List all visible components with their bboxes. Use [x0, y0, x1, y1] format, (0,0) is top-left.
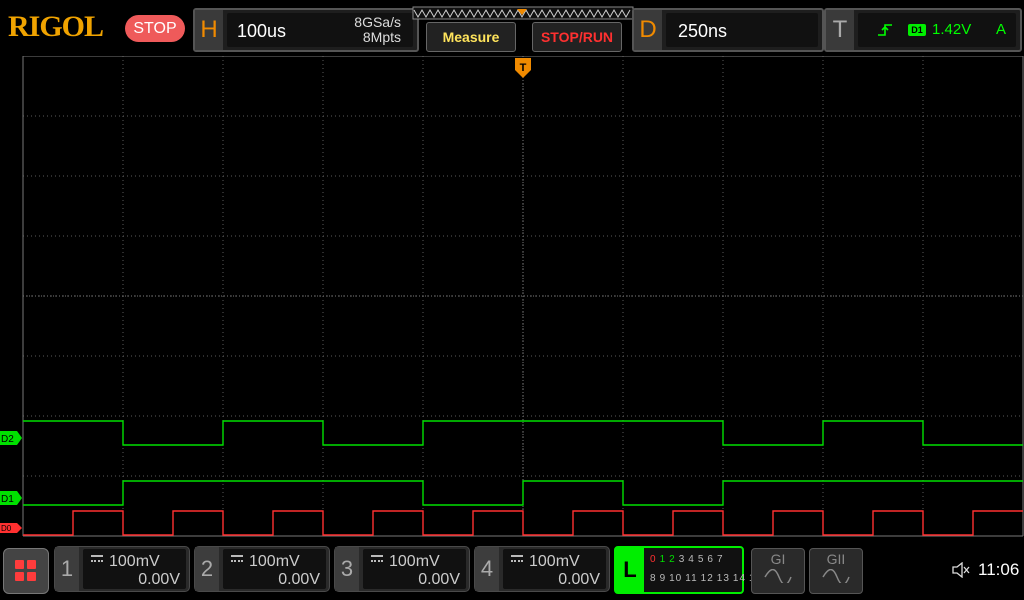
channel-offset: 0.00V [418, 571, 460, 588]
clock: 11:06 [978, 560, 1020, 579]
logic-channel-11: 11 [685, 573, 698, 584]
trigger-mode: A [995, 21, 1006, 38]
run-state-badge[interactable]: STOP [125, 15, 185, 42]
trigger-panel[interactable]: T D1 1.42V A [824, 8, 1022, 52]
horizontal-panel[interactable]: H 100us 8GSa/s 8Mpts [193, 8, 419, 52]
memory-depth: 8Mpts [362, 29, 401, 45]
channel-scale: 100mV [529, 553, 580, 570]
channel-scale: 100mV [249, 553, 300, 570]
app-grid-icon [15, 560, 37, 582]
logic-channel-9: 9 [659, 573, 667, 584]
timebase-value: 100us [237, 21, 287, 41]
logic-channel-13: 13 [716, 573, 730, 584]
logic-channel-2: 2 [669, 554, 676, 565]
dc-coupling-icon [231, 555, 243, 563]
delay-value: 250ns [678, 21, 728, 41]
channel-tag-label: D2 [1, 434, 14, 445]
logic-channel-3: 3 [678, 554, 686, 565]
logic-channel-14: 14 [732, 573, 747, 584]
memory-position-bar [412, 6, 634, 20]
dc-coupling-icon [91, 555, 103, 563]
channel-offset: 0.00V [138, 571, 180, 588]
rising-edge-icon [878, 24, 892, 36]
channel-2-box[interactable]: 2 100mV 0.00V [194, 546, 330, 592]
logic-channel-6: 6 [707, 554, 714, 565]
stop-run-button[interactable]: STOP/RUN [532, 22, 622, 52]
logic-key: L [616, 548, 644, 592]
trace-d0 [23, 510, 1023, 536]
trigger-marker-label: T [520, 62, 527, 74]
logic-channel-0: 0 [650, 554, 657, 565]
dc-coupling-icon [371, 555, 383, 563]
logic-channel-1: 1 [659, 554, 667, 565]
logic-channel-5: 5 [697, 554, 705, 565]
logic-channel-10: 10 [669, 573, 683, 584]
delay-key[interactable]: D [634, 10, 662, 50]
bottom-bar: 1 100mV 0.00V 2 100mV 0.00V 3 100mV 0.00… [0, 540, 1024, 600]
trigger-info: D1 1.42V A [858, 13, 1016, 47]
sine-wave-icon [764, 569, 792, 583]
delay-panel[interactable]: D 250ns [632, 8, 824, 52]
channel-number: 4 [475, 547, 499, 591]
top-bar: RIGOL STOP H 100us 8GSa/s 8Mpts Measure … [0, 0, 1024, 56]
horizontal-info: 100us 8GSa/s 8Mpts [227, 13, 413, 47]
logic-channel-7: 7 [716, 554, 724, 565]
channel-number: 1 [55, 547, 79, 591]
channel-tag-label: D1 [1, 494, 14, 505]
generator-1-button[interactable]: GI [751, 548, 805, 594]
sample-rate: 8GSa/s [354, 14, 401, 30]
logic-channel-12: 12 [700, 573, 714, 584]
logic-channels-row-2: 89101112131415 [650, 573, 765, 584]
logic-channels-row-1: 01234567 [650, 554, 727, 565]
trigger-key[interactable]: T [826, 10, 854, 50]
channel-tag-label: D0 [1, 524, 12, 533]
trigger-level: 1.42V [932, 21, 972, 38]
speaker-muted-icon[interactable] [952, 562, 970, 578]
channel-offset: 0.00V [558, 571, 600, 588]
sample-info: 8GSa/s 8Mpts [354, 15, 401, 45]
logic-channel-8: 8 [650, 573, 657, 584]
waveform-display[interactable]: D2 D1 D0 T [0, 56, 1024, 540]
home-menu-button[interactable] [3, 548, 49, 594]
sine-wave-icon [822, 569, 850, 583]
graticule: D2 D1 D0 T [0, 56, 1024, 540]
generator-2-button[interactable]: GII [809, 548, 863, 594]
logic-channel-4: 4 [688, 554, 695, 565]
delay-info: 250ns [666, 13, 818, 47]
channel-number: 3 [335, 547, 359, 591]
trigger-source: D1 [908, 24, 926, 36]
measure-button[interactable]: Measure [426, 22, 516, 52]
channel-scale: 100mV [109, 553, 160, 570]
channel-3-box[interactable]: 3 100mV 0.00V [334, 546, 470, 592]
rigol-logo: RIGOL [8, 10, 104, 43]
channel-offset: 0.00V [278, 571, 320, 588]
generator-2-label: GII [826, 551, 846, 567]
channel-4-box[interactable]: 4 100mV 0.00V [474, 546, 610, 592]
horizontal-key[interactable]: H [195, 10, 223, 50]
dc-coupling-icon [511, 555, 523, 563]
channel-scale: 100mV [389, 553, 440, 570]
channel-1-box[interactable]: 1 100mV 0.00V [54, 546, 190, 592]
logic-analyzer-box[interactable]: L 01234567 891011121314 1 5 [614, 546, 761, 594]
channel-number: 2 [195, 547, 219, 591]
generator-1-label: GI [770, 551, 786, 567]
